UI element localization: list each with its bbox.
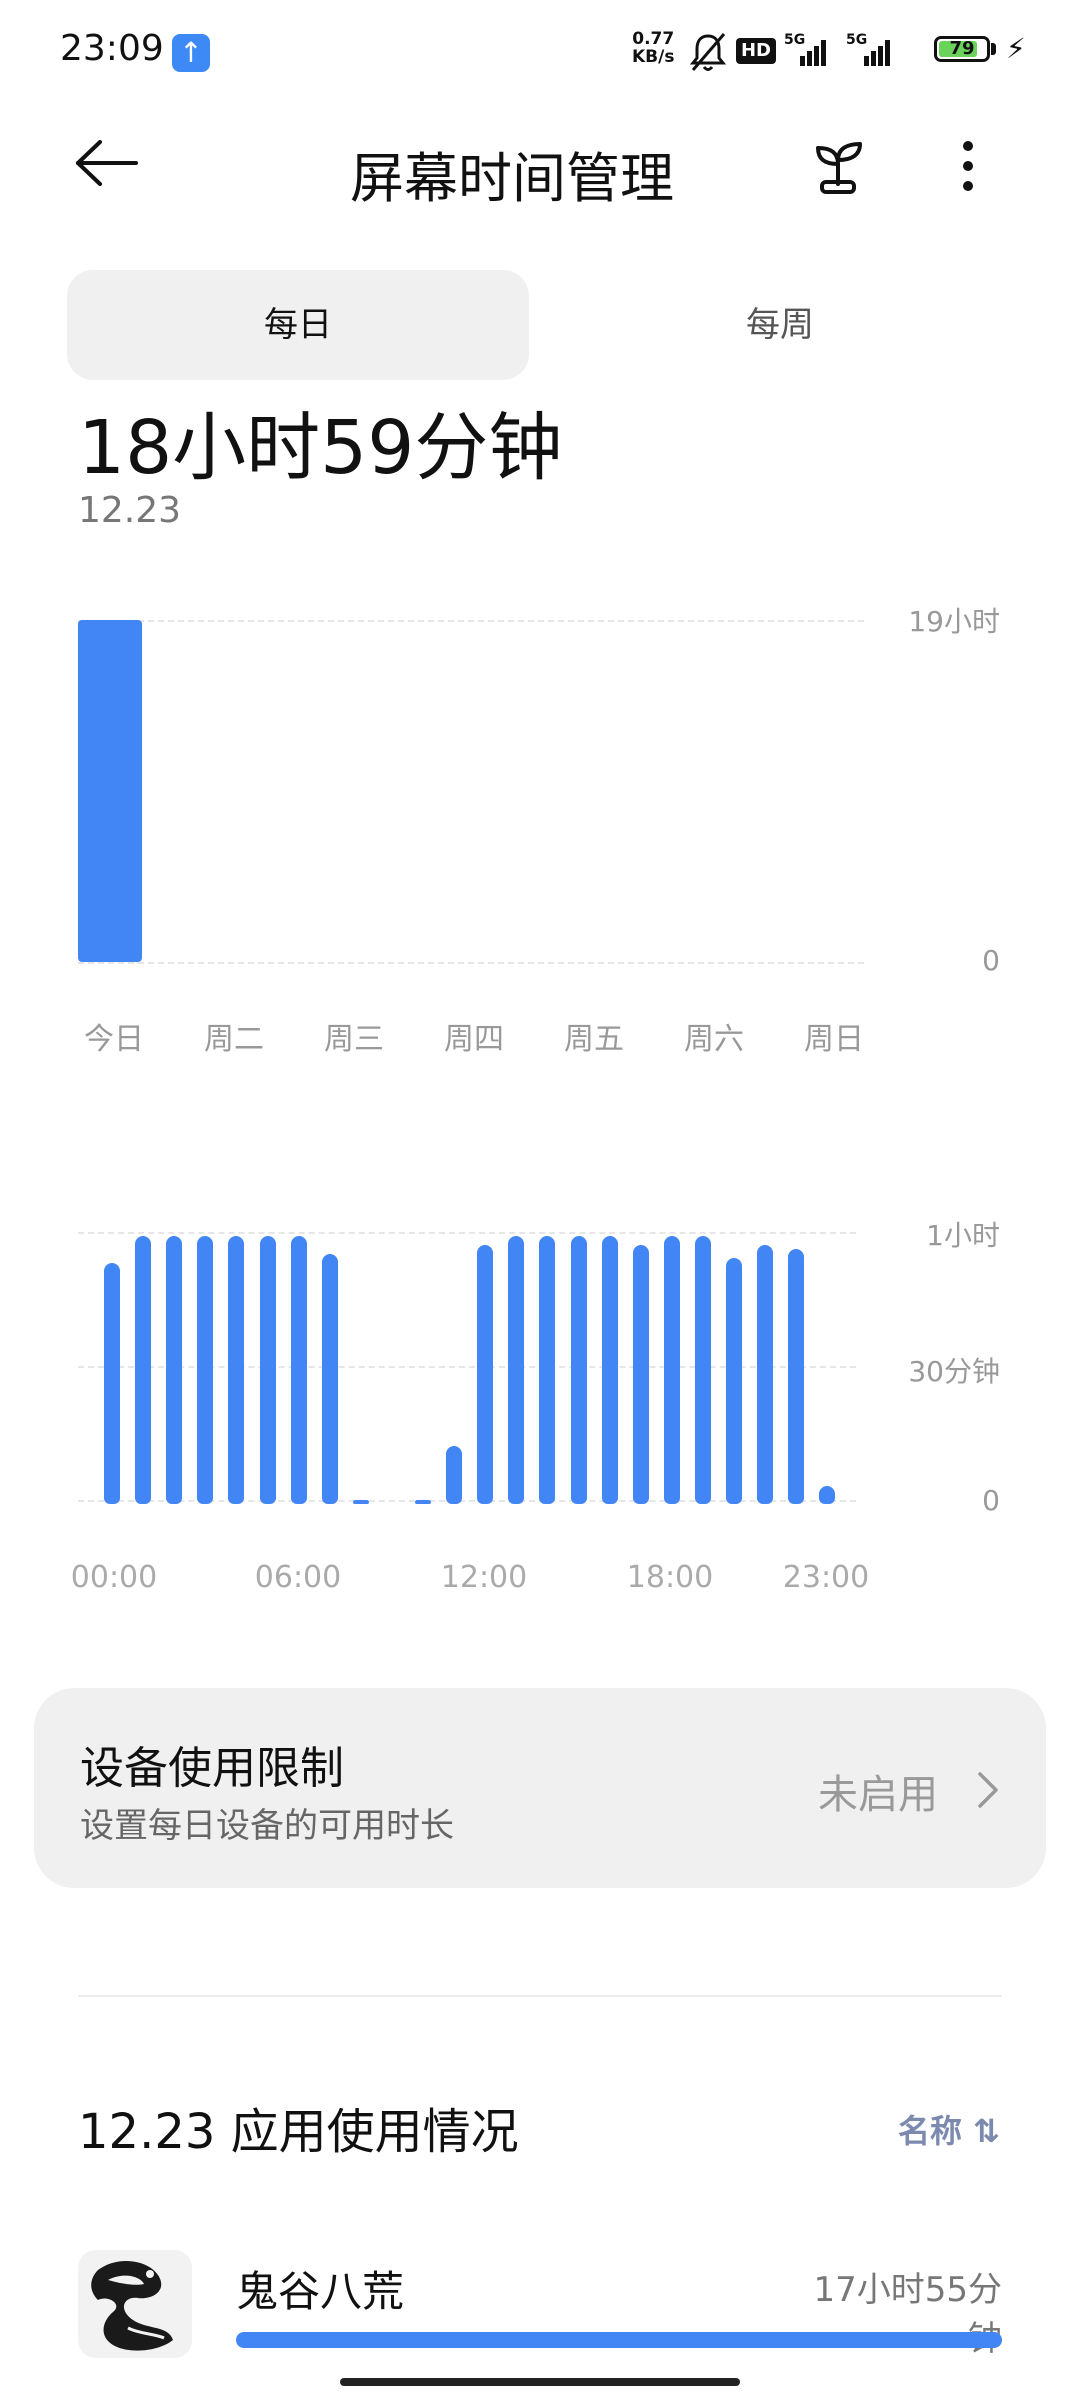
hourly-bar xyxy=(135,1236,152,1504)
device-limit-title: 设备使用限制 xyxy=(80,1743,344,1794)
y-tick-label: 1小时 xyxy=(926,1219,1000,1252)
hourly-bar xyxy=(788,1249,805,1504)
x-tick-label: 00:00 xyxy=(70,1560,158,1595)
device-limit-subtitle: 设置每日设备的可用时长 xyxy=(80,1806,454,1846)
hourly-bar xyxy=(477,1244,494,1504)
hourly-bar xyxy=(321,1253,338,1504)
hourly-bar xyxy=(757,1244,774,1504)
sort-button[interactable]: 名称 ⇅ xyxy=(898,2106,1000,2152)
hourly-bar xyxy=(632,1244,649,1504)
app-name[interactable]: 鬼谷八荒 xyxy=(236,2258,404,2319)
hourly-bar xyxy=(694,1236,711,1504)
hourly-bar xyxy=(539,1236,556,1504)
usage-section-title: 12.23 应用使用情况 xyxy=(78,2104,519,2160)
gridline-top xyxy=(78,1232,856,1234)
x-tick-label: 06:00 xyxy=(254,1560,342,1595)
sort-label: 名称 xyxy=(898,2112,963,2150)
app-usage-track xyxy=(236,2332,1002,2348)
x-tick-label: 12:00 xyxy=(440,1560,528,1595)
x-tick-label: 23:00 xyxy=(782,1560,870,1595)
hourly-bar xyxy=(508,1236,525,1504)
hourly-bar xyxy=(166,1236,183,1504)
home-indicator[interactable] xyxy=(340,2378,740,2386)
hourly-bar xyxy=(415,1500,431,1504)
y-tick-label: 30分钟 xyxy=(908,1355,1000,1388)
hourly-bar xyxy=(290,1236,307,1504)
app-icon[interactable] xyxy=(78,2250,192,2358)
hourly-bar xyxy=(601,1236,618,1504)
app-usage-bar xyxy=(236,2332,1002,2348)
device-limit-status: 未启用 xyxy=(818,1772,938,1818)
x-tick-label: 18:00 xyxy=(626,1560,714,1595)
hourly-bar xyxy=(819,1486,836,1504)
hourly-bar xyxy=(570,1236,587,1504)
hourly-bar xyxy=(352,1499,369,1504)
chevron-right-icon xyxy=(976,1770,1000,1814)
hourly-bar xyxy=(663,1236,680,1504)
hourly-bar xyxy=(197,1236,214,1504)
hourly-chart: 1小时 30分钟 0 00:00 06:00 12:00 18:00 23:00 xyxy=(0,0,1080,1620)
hourly-bar xyxy=(726,1258,742,1504)
hourly-bar xyxy=(259,1236,276,1504)
dragon-logo xyxy=(78,2250,192,2358)
hourly-bar xyxy=(228,1236,245,1504)
hourly-bar xyxy=(446,1445,463,1504)
divider xyxy=(78,1995,1002,1997)
hourly-bar xyxy=(104,1262,120,1504)
sort-icon: ⇅ xyxy=(973,2112,1000,2150)
y-tick-label: 0 xyxy=(982,1484,1000,1517)
